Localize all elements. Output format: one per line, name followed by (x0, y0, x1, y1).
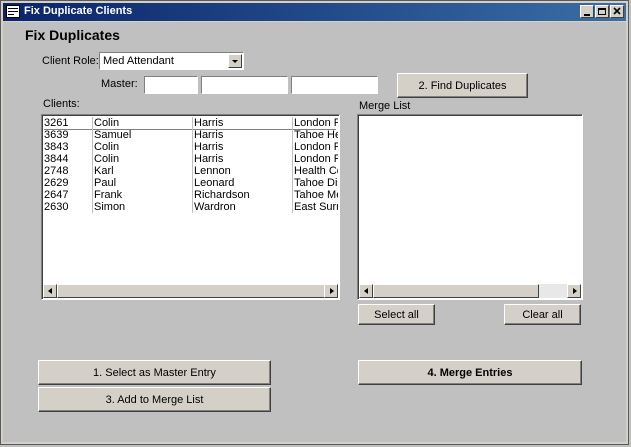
arrow-left-icon (364, 288, 368, 294)
add-to-merge-list-button[interactable]: 3. Add to Merge List (38, 387, 271, 412)
table-row[interactable]: 3844ColinHarrisLondon Ro (44, 153, 338, 165)
client-role-label: Client Role: (42, 55, 99, 67)
table-row[interactable]: 2647FrankRichardsonTahoe Mec (44, 189, 338, 201)
merge-list-label: Merge List (359, 100, 411, 112)
scroll-right-button[interactable] (567, 284, 581, 298)
client-role-select[interactable]: Med Attendant (99, 52, 244, 70)
table-row[interactable]: 3261ColinHarrisLondon Ro (44, 117, 338, 129)
merge-horizontal-scrollbar[interactable] (359, 284, 581, 298)
app-form-icon (6, 5, 20, 18)
dropdown-arrow-button[interactable] (228, 54, 242, 68)
app-window: Fix Duplicate Clients Fix Duplicates Cli… (0, 0, 629, 445)
table-row[interactable]: 2629PaulLeonardTahoe Dist (44, 177, 338, 189)
table-row[interactable]: 2630SimonWardronEast Surre (44, 201, 338, 213)
table-row[interactable]: 3639SamuelHarrisTahoe Hea (44, 129, 338, 141)
minimize-button[interactable] (580, 5, 594, 18)
clear-all-button[interactable]: Clear all (504, 304, 581, 325)
maximize-button[interactable] (595, 5, 609, 18)
close-button[interactable] (610, 5, 624, 18)
scroll-thumb[interactable] (57, 284, 325, 298)
close-icon (613, 7, 621, 15)
scroll-left-button[interactable] (359, 284, 373, 298)
clients-horizontal-scrollbar[interactable] (43, 284, 338, 298)
master-field-1[interactable] (144, 76, 198, 94)
arrow-left-icon (48, 288, 52, 294)
chevron-down-icon (232, 60, 238, 63)
find-duplicates-button[interactable]: 2. Find Duplicates (397, 73, 528, 98)
merge-entries-button[interactable]: 4. Merge Entries (358, 360, 582, 385)
master-field-2[interactable] (201, 76, 288, 94)
merge-list[interactable] (357, 114, 583, 300)
clients-list[interactable]: 3261ColinHarrisLondon Ro 3639SamuelHarri… (41, 114, 340, 300)
title-bar: Fix Duplicate Clients (3, 3, 626, 21)
maximize-icon (598, 8, 606, 15)
clients-label: Clients: (43, 98, 80, 110)
table-row[interactable]: 2748KarlLennonHealth Cer (44, 165, 338, 177)
scroll-right-button[interactable] (324, 284, 338, 298)
client-role-value: Med Attendant (103, 55, 174, 67)
window-title: Fix Duplicate Clients (24, 5, 133, 17)
scroll-thumb[interactable] (373, 284, 539, 298)
form-body: Fix Duplicates Client Role: Med Attendan… (3, 22, 626, 442)
table-row[interactable]: 3843ColinHarrisLondon Ro (44, 141, 338, 153)
page-title: Fix Duplicates (25, 27, 120, 43)
master-label: Master: (101, 78, 138, 90)
master-field-3[interactable] (291, 76, 378, 94)
select-all-button[interactable]: Select all (358, 304, 435, 325)
select-master-button[interactable]: 1. Select as Master Entry (38, 360, 271, 385)
arrow-right-icon (573, 288, 577, 294)
minimize-icon (584, 14, 590, 16)
scroll-left-button[interactable] (43, 284, 57, 298)
arrow-right-icon (330, 288, 334, 294)
